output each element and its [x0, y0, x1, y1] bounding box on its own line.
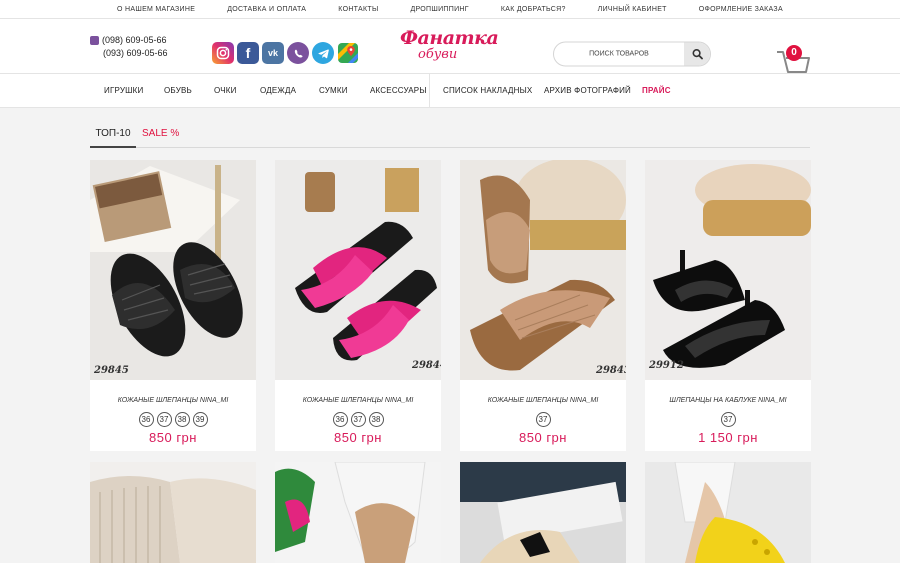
product-name[interactable]: Кожаные шлепанцы NINA_MI: [460, 397, 626, 404]
logo-text-sub: обуви: [418, 47, 458, 62]
tab-sale[interactable]: SALE %: [142, 124, 179, 144]
product-image[interactable]: [275, 462, 441, 563]
size-list: 37: [460, 412, 626, 427]
product-name[interactable]: Кожаные шлепанцы NINA_MI: [275, 397, 441, 404]
product-card[interactable]: 29843 Кожаные шлепанцы NINA_MI 37 850 гр…: [460, 160, 626, 451]
search-box: [553, 41, 711, 67]
menu-bags[interactable]: Сумки: [319, 74, 348, 108]
social-links: f vk: [212, 42, 359, 64]
product-card[interactable]: 29844 Кожаные шлепанцы NINA_MI 36 37 38 …: [275, 160, 441, 451]
telegram-icon[interactable]: [312, 42, 334, 64]
phone-number-1[interactable]: (098) 609-05-66: [102, 34, 167, 47]
size-badge[interactable]: 37: [350, 412, 366, 427]
product-card[interactable]: 29912 Шлепанцы на каблуке NINA_MI 37 1 1…: [645, 160, 811, 451]
product-code: 29844: [412, 360, 441, 371]
menu-divider: [429, 74, 430, 108]
instagram-icon[interactable]: [212, 42, 234, 64]
product-image[interactable]: [460, 462, 626, 563]
product-image[interactable]: 29845: [90, 160, 256, 380]
product-card[interactable]: [90, 462, 256, 563]
size-badge[interactable]: 36: [138, 412, 154, 427]
product-code: 29843: [596, 365, 626, 376]
topnav-contacts[interactable]: Контакты: [322, 0, 394, 18]
topnav-dropshipping[interactable]: Дропшиппинг: [394, 0, 484, 18]
topnav-directions[interactable]: Как добраться?: [485, 0, 582, 18]
menu-photo-archive[interactable]: Архив фотографий: [544, 74, 631, 108]
cart-count-badge: 0: [786, 45, 802, 61]
product-image[interactable]: 29843: [460, 160, 626, 380]
size-list: 36 37 38: [275, 412, 441, 427]
logo-text-main: Фанатка: [400, 27, 499, 49]
size-list: 36 37 38 39: [90, 412, 256, 427]
size-badge[interactable]: 37: [720, 412, 736, 427]
product-price: 1 150 грн: [698, 430, 758, 445]
product-image[interactable]: [90, 462, 256, 563]
product-image[interactable]: 29844: [275, 160, 441, 380]
size-badge[interactable]: 37: [535, 412, 551, 427]
topnav-delivery[interactable]: Доставка и оплата: [211, 0, 322, 18]
product-name[interactable]: Шлепанцы на каблуке NINA_MI: [645, 397, 811, 404]
topnav-checkout[interactable]: Оформление заказа: [683, 0, 799, 18]
size-badge[interactable]: 39: [192, 412, 208, 427]
top-navigation: О нашем магазине Доставка и оплата Конта…: [0, 0, 900, 19]
size-list: 37: [645, 412, 811, 427]
viber-icon[interactable]: [287, 42, 309, 64]
size-badge[interactable]: 37: [156, 412, 172, 427]
menu-clothes[interactable]: Одежда: [260, 74, 296, 108]
tab-top10[interactable]: ТОП-10: [90, 124, 136, 148]
product-card[interactable]: [645, 462, 811, 563]
maps-icon[interactable]: [337, 42, 359, 64]
menu-invoices[interactable]: Список накладных: [443, 74, 532, 108]
search-input[interactable]: [554, 42, 684, 66]
product-code: 29845: [94, 365, 129, 376]
facebook-icon[interactable]: f: [237, 42, 259, 64]
menu-toys[interactable]: Игрушки: [104, 74, 143, 108]
vk-icon[interactable]: vk: [262, 42, 284, 64]
product-image[interactable]: [645, 462, 811, 563]
product-price: 850 грн: [334, 430, 382, 445]
product-card[interactable]: [460, 462, 626, 563]
product-name[interactable]: Кожаные шлепанцы NINA_MI: [90, 397, 256, 404]
main-menu: Игрушки Обувь Очки Одежда Сумки Аксессуа…: [0, 74, 900, 108]
search-icon: [691, 48, 703, 60]
topnav-account[interactable]: Личный кабинет: [582, 0, 683, 18]
product-price: 850 грн: [519, 430, 567, 445]
phone-block: (098) 609-05-66 (093) 609-05-66: [90, 34, 168, 60]
product-card[interactable]: 29845 Кожаные шлепанцы NINA_MI 36 37 38 …: [90, 160, 256, 451]
menu-price[interactable]: Прайс: [642, 74, 671, 108]
size-badge[interactable]: 38: [368, 412, 384, 427]
viber-small-icon: [90, 36, 99, 45]
topnav-about[interactable]: О нашем магазине: [101, 0, 211, 18]
product-price: 850 грн: [149, 430, 197, 445]
product-card[interactable]: [275, 462, 441, 563]
site-header: (098) 609-05-66 (093) 609-05-66 f vk Фан…: [0, 19, 900, 80]
product-image[interactable]: 29912: [645, 160, 811, 380]
product-code: 29912: [649, 360, 684, 371]
menu-shoes[interactable]: Обувь: [164, 74, 192, 108]
product-tabs: ТОП-10 SALE %: [90, 124, 810, 148]
site-logo[interactable]: Фанатка обуви: [400, 25, 500, 69]
size-badge[interactable]: 38: [174, 412, 190, 427]
phone-number-2[interactable]: (093) 609-05-66: [90, 47, 168, 60]
menu-glasses[interactable]: Очки: [214, 74, 237, 108]
search-button[interactable]: [684, 42, 710, 66]
menu-accessories[interactable]: Аксессуары: [370, 74, 427, 108]
size-badge[interactable]: 36: [332, 412, 348, 427]
